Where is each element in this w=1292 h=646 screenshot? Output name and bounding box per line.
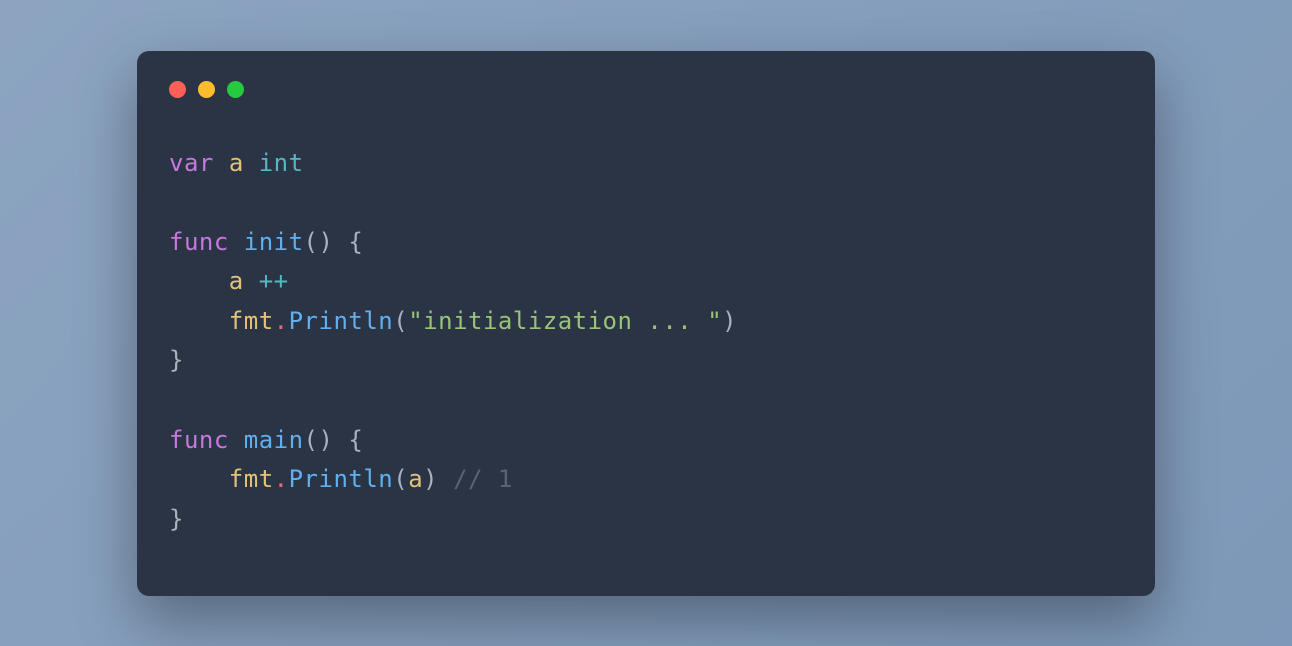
identifier-a: a [229,149,244,177]
indent [169,465,229,493]
func-main: main [244,426,304,454]
parens: () [304,228,334,256]
identifier-a: a [229,267,244,295]
brace-close: } [169,346,184,374]
close-icon[interactable] [169,81,186,98]
paren-close: ) [423,465,438,493]
func-println: Println [289,307,394,335]
brace-open: { [333,228,363,256]
code-block: var a int func init() { a ++ fmt.Println… [169,144,1123,540]
window-controls [169,81,1123,98]
identifier-a: a [408,465,423,493]
brace-open: { [333,426,363,454]
identifier-fmt: fmt [229,465,274,493]
dot: . [274,465,289,493]
func-init: init [244,228,304,256]
brace-close: } [169,505,184,533]
comment: // 1 [438,465,513,493]
identifier-fmt: fmt [229,307,274,335]
keyword-func: func [169,228,229,256]
code-window: var a int func init() { a ++ fmt.Println… [137,51,1155,596]
func-println: Println [289,465,394,493]
dot: . [274,307,289,335]
operator-increment: ++ [244,267,289,295]
indent [169,267,229,295]
minimize-icon[interactable] [198,81,215,98]
type-int: int [259,149,304,177]
indent [169,307,229,335]
string-literal: "initialization ... " [408,307,722,335]
keyword-func: func [169,426,229,454]
parens: () [304,426,334,454]
keyword-var: var [169,149,214,177]
maximize-icon[interactable] [227,81,244,98]
paren-open: ( [393,465,408,493]
paren-open: ( [393,307,408,335]
paren-close: ) [722,307,737,335]
